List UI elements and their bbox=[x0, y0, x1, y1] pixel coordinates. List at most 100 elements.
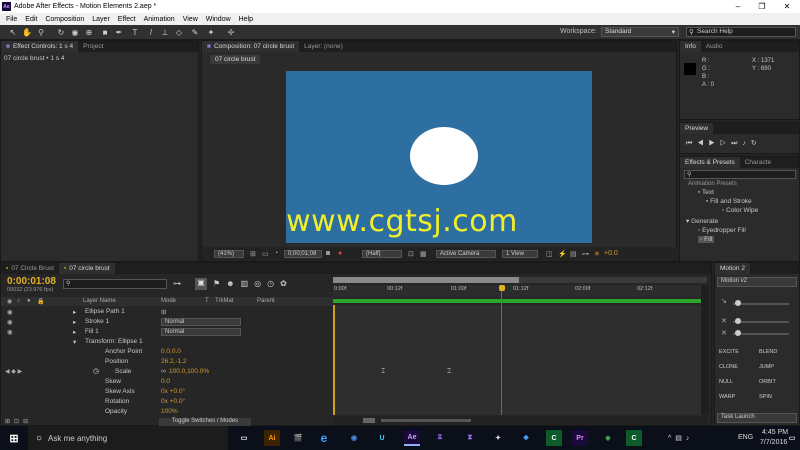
eraser-tool-icon[interactable]: ◇ bbox=[174, 27, 184, 37]
zoom-slider[interactable] bbox=[381, 419, 471, 422]
grid-icon[interactable]: ⊞ bbox=[250, 250, 256, 258]
expand-arrow-icon[interactable]: ▾ bbox=[73, 338, 76, 346]
prev-frame-icon[interactable]: ◀ bbox=[697, 140, 708, 147]
first-frame-icon[interactable]: ⏮ bbox=[686, 140, 697, 147]
frame-blend-icon[interactable]: ▥ bbox=[241, 279, 255, 288]
eye-icon[interactable]: ◉ bbox=[7, 318, 13, 326]
motion-btn-null[interactable]: NULL bbox=[719, 379, 733, 385]
minimize-button[interactable]: – bbox=[726, 0, 750, 13]
value-skew[interactable]: 0.0 bbox=[161, 378, 170, 385]
timeline-icon[interactable]: ▤ bbox=[570, 250, 577, 258]
clapper-app-icon[interactable]: 🎬 bbox=[290, 430, 306, 446]
tab-effect-controls[interactable]: ■ Effect Controls: 1 s 4 bbox=[1, 41, 79, 52]
timeline-search-input[interactable]: ⚲ bbox=[63, 279, 167, 289]
motion-btn-jump[interactable]: JUMP bbox=[759, 364, 774, 370]
comp-breadcrumb[interactable]: 07 circle brust bbox=[210, 55, 261, 64]
camera-snapshot-icon[interactable]: ◙ bbox=[326, 250, 330, 257]
camtasia-icon[interactable]: C bbox=[546, 430, 562, 446]
volume-icon[interactable]: ♪ bbox=[686, 435, 694, 442]
transparency-grid-icon[interactable]: ▦ bbox=[420, 250, 427, 258]
motion-slider[interactable] bbox=[733, 321, 789, 323]
cortana-search-box[interactable]: ○ Ask me anything bbox=[28, 426, 228, 450]
view-layout-select[interactable]: 1 View bbox=[502, 250, 538, 258]
value-anchor-point[interactable]: 0.0,0.0 bbox=[161, 348, 181, 355]
premiere-icon[interactable]: Pr bbox=[572, 430, 588, 446]
camtasia-recorder-icon[interactable]: C bbox=[626, 430, 642, 446]
tab-audio[interactable]: Audio bbox=[701, 41, 728, 52]
snapshot-icon[interactable]: ◔ bbox=[274, 250, 278, 257]
flowchart-icon[interactable]: ⊶ bbox=[582, 250, 589, 258]
current-time-indicator[interactable] bbox=[501, 291, 502, 415]
menu-window[interactable]: Window bbox=[206, 16, 231, 23]
exposure-value[interactable]: +0.0 bbox=[604, 250, 618, 257]
task-view-icon[interactable]: ▭ bbox=[236, 430, 252, 446]
current-time-display[interactable]: 0;00;01;08 bbox=[284, 250, 322, 258]
live-update-icon[interactable]: ▣ bbox=[195, 278, 207, 290]
after-effects-taskbar-icon[interactable]: Ae bbox=[404, 430, 420, 446]
layer-row[interactable]: ◉ ▸ Fill 1 Normal bbox=[1, 327, 331, 337]
visual-studio-icon[interactable]: ⧖ bbox=[432, 430, 448, 446]
tab-project[interactable]: Project bbox=[78, 41, 108, 52]
last-frame-icon[interactable]: ⏭ bbox=[731, 140, 742, 147]
tab-motion2[interactable]: Motion 2 bbox=[715, 263, 750, 274]
playhead-handle[interactable] bbox=[499, 285, 505, 291]
play-icon[interactable]: ▶ bbox=[709, 140, 720, 147]
layer-switches-icon[interactable]: ⊞ bbox=[5, 419, 14, 425]
menu-composition[interactable]: Composition bbox=[45, 16, 84, 23]
mask-icon[interactable]: ▭ bbox=[262, 250, 269, 258]
motion-slider[interactable] bbox=[733, 333, 789, 335]
constrain-proportions-icon[interactable]: ∞ bbox=[161, 368, 166, 375]
channel-icon[interactable]: ● bbox=[338, 250, 342, 257]
motion-btn-blend[interactable]: BLEND bbox=[759, 349, 777, 355]
motion-btn-warp[interactable]: WARP bbox=[719, 394, 735, 400]
map-app-icon[interactable]: ◆ bbox=[600, 430, 616, 446]
menu-file[interactable]: File bbox=[6, 16, 17, 23]
audio-icon[interactable]: ♪ bbox=[742, 140, 751, 147]
track-area[interactable] bbox=[333, 305, 707, 415]
motion-expand-icon[interactable]: ✕ bbox=[721, 317, 727, 325]
chrome-like-icon[interactable]: ◉ bbox=[346, 430, 362, 446]
motion-slider-handle[interactable] bbox=[735, 318, 741, 324]
notifications-icon[interactable]: ▭ bbox=[784, 430, 800, 446]
tab-timeline-circle-brust-1[interactable]: ▪ 07 Circle Brust bbox=[1, 263, 59, 274]
motion-btn-spin[interactable]: SPIN bbox=[759, 394, 772, 400]
value-skew-axis[interactable]: 0x +0.0° bbox=[161, 388, 185, 395]
transfer-controls-icon[interactable]: ⊡ bbox=[14, 419, 23, 425]
layer-row[interactable]: ◉ ▸ Ellipse Path 1 ⊞ bbox=[1, 307, 331, 317]
task-launch-select[interactable]: Task Launch bbox=[717, 413, 797, 423]
camera-tool-icon[interactable]: ◉ bbox=[70, 27, 80, 37]
stopwatch-icon[interactable]: ◷ bbox=[93, 367, 99, 375]
layer-row[interactable]: ▾ Transform: Ellipse 1 bbox=[1, 337, 331, 347]
menu-animation[interactable]: Animation bbox=[144, 16, 175, 23]
work-area-range[interactable] bbox=[333, 277, 519, 283]
selection-tool-icon[interactable]: ↖ bbox=[8, 27, 18, 37]
menu-layer[interactable]: Layer bbox=[92, 16, 110, 23]
tab-layer[interactable]: Layer: (none) bbox=[299, 41, 348, 52]
tab-info[interactable]: Info bbox=[680, 41, 701, 52]
work-area-start[interactable] bbox=[333, 305, 335, 415]
resolution-select[interactable]: (Half) bbox=[362, 250, 402, 258]
search-help-input[interactable]: ⚲ Search Help bbox=[686, 27, 796, 37]
camera-select[interactable]: Active Camera bbox=[436, 250, 496, 258]
motion-btn-orbit[interactable]: ORBIT bbox=[759, 379, 776, 385]
motion-slider[interactable] bbox=[733, 303, 789, 305]
menu-edit[interactable]: Edit bbox=[25, 16, 37, 23]
circle-shape-layer[interactable] bbox=[410, 127, 478, 185]
value-position[interactable]: 26.2,-1.2 bbox=[161, 358, 187, 365]
puppet-pin-tool-icon[interactable]: ✢ bbox=[226, 27, 236, 37]
expand-arrow-icon[interactable]: ▸ bbox=[73, 328, 76, 336]
network-icon[interactable]: ▤ bbox=[675, 435, 686, 442]
path-icon[interactable]: ⊞ bbox=[161, 308, 166, 316]
menu-effect[interactable]: Effect bbox=[118, 16, 136, 23]
text-tool-icon[interactable]: T bbox=[130, 27, 140, 37]
effect-item-fill[interactable]: ▫ Fill bbox=[698, 236, 715, 243]
pen-tool-icon[interactable]: ✒ bbox=[114, 27, 124, 37]
windows-start-icon[interactable]: ⊞ bbox=[6, 430, 22, 446]
value-scale[interactable]: 100.0,100.0% bbox=[169, 368, 209, 375]
timeline-scrollbar[interactable] bbox=[701, 285, 709, 415]
tab-composition[interactable]: ■ Composition: 07 circle brust bbox=[202, 41, 300, 52]
time-ruler[interactable]: 0:00f 00:12f 01:00f 01:12f 02:00f 02:12f bbox=[333, 285, 707, 297]
language-indicator[interactable]: ENG bbox=[738, 434, 753, 441]
keyframe[interactable]: ⌶ bbox=[447, 368, 451, 376]
exposure-icon[interactable]: ✳ bbox=[594, 250, 600, 258]
